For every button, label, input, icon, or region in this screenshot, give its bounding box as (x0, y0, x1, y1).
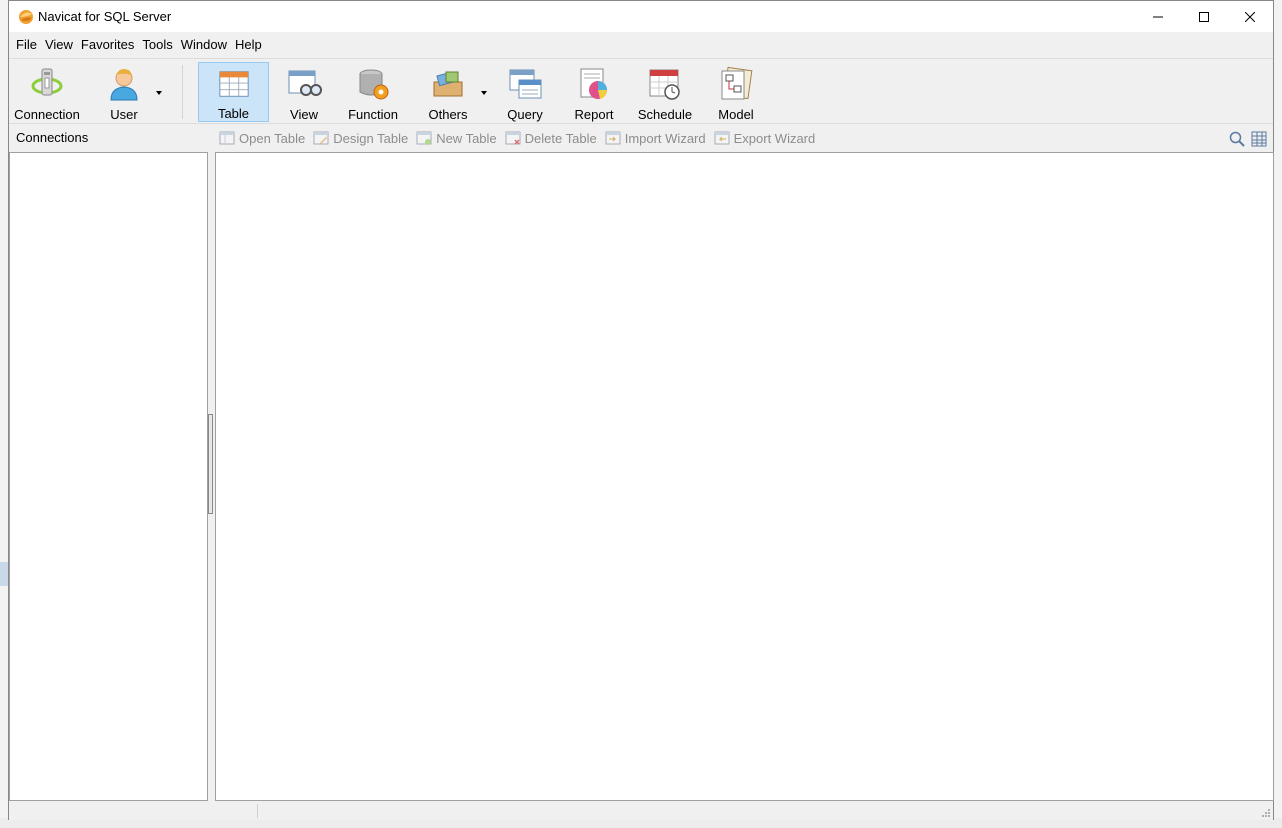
toolbar-view-label: View (290, 107, 318, 122)
report-icon (580, 68, 608, 99)
toolbar-table-label: Table (217, 106, 250, 121)
connection-icon (31, 68, 63, 96)
open-table-icon (219, 131, 235, 145)
navicat-app-icon (19, 10, 33, 24)
maximize-icon (1199, 11, 1209, 22)
user-dropdown-arrow-icon[interactable] (156, 91, 162, 95)
design-table-label: Design Table (333, 130, 409, 146)
menu-help[interactable]: Help (231, 34, 266, 56)
object-toolbar: Open Table Design Table New Table Delete… (219, 128, 823, 148)
minimize-button[interactable] (1135, 1, 1181, 32)
delete-table-label: Delete Table (524, 130, 597, 146)
connections-header: Connections (16, 130, 89, 145)
menu-bar: File View Favorites Tools Window Help (9, 34, 1273, 56)
schedule-icon (649, 69, 680, 100)
import-wizard-icon (605, 131, 621, 145)
grid-view-icon[interactable] (1251, 131, 1267, 147)
model-icon (721, 66, 753, 100)
design-table-icon (313, 131, 329, 145)
pane-splitter[interactable] (208, 152, 215, 801)
user-icon (110, 69, 138, 101)
import-wizard-label: Import Wizard (624, 130, 706, 146)
maximize-button[interactable] (1181, 1, 1227, 32)
toolbar-model-button[interactable]: Model (706, 62, 766, 122)
others-icon (433, 71, 463, 97)
minimize-icon (1153, 16, 1163, 17)
toolbar-function-label: Function (348, 107, 398, 122)
close-icon (1245, 11, 1255, 22)
query-icon (509, 69, 542, 99)
main-toolbar: Connection User Table View Function Othe… (9, 58, 1273, 124)
new-table-label: New Table (436, 130, 497, 146)
navicat-window: Navicat for SQL Server File View Favorit… (8, 0, 1274, 820)
toolbar-query-label: Query (507, 107, 543, 122)
menu-window[interactable]: Window (177, 34, 231, 56)
import-wizard-button[interactable]: Import Wizard (605, 130, 706, 146)
toolbar-model-label: Model (718, 107, 754, 122)
menu-favorites[interactable]: Favorites (77, 34, 138, 56)
export-wizard-button[interactable]: Export Wizard (714, 130, 816, 146)
new-table-icon (416, 131, 432, 145)
toolbar-query-button[interactable]: Query (497, 62, 553, 122)
table-icon (218, 71, 249, 97)
toolbar-connection-button[interactable]: Connection (11, 62, 83, 122)
delete-table-button[interactable]: Delete Table (505, 130, 597, 146)
toolbar-schedule-button[interactable]: Schedule (633, 62, 697, 122)
toolbar-table-button[interactable]: Table (198, 62, 269, 122)
delete-table-icon (505, 131, 521, 145)
window-title: Navicat for SQL Server (38, 9, 172, 24)
toolbar-view-button[interactable]: View (275, 62, 333, 122)
toolbar-user-button[interactable]: User (95, 62, 153, 122)
toolbar-report-label: Report (574, 107, 614, 122)
new-table-button[interactable]: New Table (416, 130, 497, 146)
export-wizard-label: Export Wizard (733, 130, 816, 146)
toolbar-connection-label: Connection (14, 107, 80, 122)
menu-file[interactable]: File (12, 34, 41, 56)
menu-tools[interactable]: Tools (138, 34, 176, 56)
toolbar-report-button[interactable]: Report (566, 62, 622, 122)
design-table-button[interactable]: Design Table (313, 130, 408, 146)
view-icon (288, 70, 322, 96)
title-bar[interactable]: Navicat for SQL Server (9, 1, 1273, 32)
toolbar-schedule-label: Schedule (637, 107, 693, 122)
splitter-grip-icon[interactable] (208, 414, 213, 514)
open-table-button[interactable]: Open Table (219, 130, 305, 146)
toolbar-function-button[interactable]: Function (341, 62, 405, 122)
desktop-background-right (1273, 0, 1282, 828)
function-icon (359, 69, 389, 100)
menu-view[interactable]: View (41, 34, 77, 56)
export-wizard-icon (714, 131, 730, 145)
close-button[interactable] (1227, 1, 1273, 32)
toolbar-separator (182, 65, 183, 119)
search-icon[interactable] (1229, 131, 1245, 147)
toolbar-others-button[interactable]: Others (419, 62, 477, 122)
resize-grip-icon[interactable] (1261, 808, 1271, 818)
toolbar-user-label: User (110, 107, 138, 122)
connections-tree-pane[interactable] (9, 152, 208, 801)
status-divider (257, 804, 258, 818)
toolbar-others-label: Others (428, 107, 468, 122)
status-bar (9, 802, 1273, 820)
object-list-pane[interactable] (215, 152, 1274, 801)
open-table-label: Open Table (239, 130, 306, 146)
others-dropdown-arrow-icon[interactable] (481, 91, 487, 95)
